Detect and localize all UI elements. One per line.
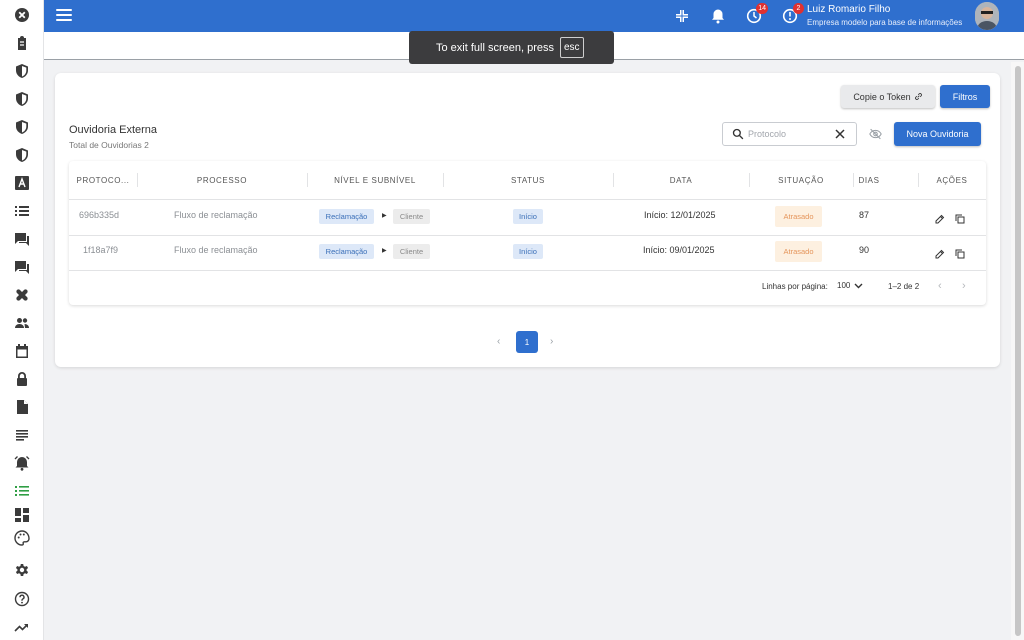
rows-per-page-value: 100 (837, 281, 851, 290)
column-header-protocol[interactable]: PROTOCO... (69, 161, 137, 199)
document-icon[interactable] (14, 399, 30, 415)
ouvidoria-table: PROTOCO... PROCESSO NÍVEL E SUBNÍVEL STA… (69, 161, 986, 305)
bell-icon[interactable] (710, 8, 726, 24)
sublevel-chip: Cliente (393, 209, 430, 224)
rows-per-page-label: Linhas por página: (762, 282, 828, 291)
shield-icon[interactable] (14, 91, 30, 107)
column-header-situation[interactable]: SITUAÇÃO (749, 161, 853, 199)
link-icon (914, 93, 922, 100)
list-icon[interactable] (14, 203, 30, 219)
page-title: Ouvidoria Externa (69, 124, 158, 136)
days-cell: 90 (859, 245, 870, 255)
clipboard-icon[interactable] (14, 35, 30, 51)
visibility-off-icon[interactable] (869, 128, 882, 140)
process-cell: Fluxo de reclamação (174, 210, 258, 220)
alarm-icon[interactable] (14, 455, 30, 471)
search-input[interactable] (748, 127, 828, 141)
edit-icon[interactable] (935, 211, 945, 224)
avatar[interactable] (975, 2, 999, 30)
column-header-date[interactable]: DATA (613, 161, 749, 199)
protocol-cell: 1f18a7f9 (83, 245, 119, 255)
search-icon (732, 128, 744, 140)
column-header-status[interactable]: STATUS (443, 161, 613, 199)
next-page-icon[interactable]: › (962, 280, 966, 292)
date-cell: Início: 12/01/2025 (644, 210, 716, 220)
chat-icon[interactable] (14, 259, 30, 275)
sidebar (0, 0, 44, 640)
exit-fullscreen-icon[interactable] (674, 8, 690, 24)
dashboard-icon[interactable] (14, 507, 30, 523)
shield-icon[interactable] (14, 63, 30, 79)
new-ouvidoria-button[interactable]: Nova Ouvidoria (894, 122, 981, 146)
situation-chip: Atrasado (775, 206, 822, 227)
column-header-actions: AÇÕES (936, 175, 968, 185)
trending-icon[interactable] (14, 619, 30, 635)
pagination-prev-icon[interactable]: ‹ (497, 336, 500, 347)
copy-icon[interactable] (955, 246, 965, 259)
arrow-right-icon: ▶ (382, 213, 387, 219)
column-header-level[interactable]: NÍVEL E SUBNÍVEL (307, 161, 443, 199)
pagination-next-icon[interactable]: › (550, 336, 553, 347)
arrow-right-icon: ▶ (382, 248, 387, 254)
sublevel-chip: Cliente (393, 244, 430, 259)
calendar-icon[interactable] (14, 343, 30, 359)
people-icon[interactable] (14, 315, 30, 331)
lock-icon[interactable] (14, 371, 30, 387)
rows-per-page-select[interactable]: 100 (837, 281, 863, 290)
edit-icon[interactable] (935, 246, 945, 259)
alert-badge: 2 (793, 3, 804, 14)
chevron-down-icon (854, 283, 863, 288)
timer-icon[interactable]: 14 (746, 3, 768, 24)
scrollbar-thumb[interactable] (1015, 66, 1021, 636)
filters-button[interactable]: Filtros (940, 85, 990, 108)
chat-icon[interactable] (14, 231, 30, 247)
protocol-cell: 696b335d (79, 210, 120, 220)
page-subtitle: Total de Ouvidorias 2 (69, 140, 149, 150)
menu-icon[interactable] (56, 9, 72, 23)
help-icon[interactable] (14, 591, 30, 607)
checklist-icon[interactable] (14, 483, 30, 499)
ouvidoria-card: Copie o Token Filtros Ouvidoria Externa … (55, 73, 1000, 367)
date-cell: Início: 09/01/2025 (643, 245, 715, 255)
toast-text: To exit full screen, press (436, 41, 554, 54)
pagination-range: 1–2 de 2 (888, 282, 920, 291)
scrollbar[interactable] (1011, 62, 1024, 640)
settings-icon[interactable] (14, 563, 30, 579)
situation-chip: Atrasado (775, 241, 822, 262)
close-icon[interactable] (14, 7, 30, 23)
alert-timer-icon[interactable]: 2 (782, 3, 804, 24)
column-header-process[interactable]: PROCESSO (137, 161, 307, 199)
palette-icon[interactable] (14, 530, 30, 546)
toast-esc-key: esc (560, 37, 584, 58)
status-chip: Início (513, 244, 543, 259)
user-name: Luiz Romario Filho (807, 4, 891, 15)
healing-icon[interactable] (14, 287, 30, 303)
column-header-days[interactable]: DIAS (853, 161, 885, 199)
copy-icon[interactable] (955, 211, 965, 224)
company-name: Empresa modelo para base de informações (807, 18, 963, 27)
shield-icon[interactable] (14, 119, 30, 135)
prev-page-icon[interactable]: ‹ (938, 280, 942, 292)
page-button-1[interactable]: 1 (516, 331, 538, 353)
top-bar: 14 2 Luiz Romario Filho Empresa modelo p… (44, 0, 1024, 32)
days-cell: 87 (859, 210, 870, 220)
level-chip: Reclamação (319, 244, 374, 259)
clear-icon[interactable] (835, 129, 845, 139)
search-box (722, 122, 857, 146)
status-chip: Início (513, 209, 543, 224)
timer-badge: 14 (756, 3, 768, 14)
shield-icon[interactable] (14, 147, 30, 163)
copy-token-label: Copie o Token (853, 91, 911, 102)
font-icon[interactable] (14, 175, 30, 191)
fullscreen-toast: To exit full screen, press esc (409, 31, 614, 64)
notes-icon[interactable] (14, 427, 30, 443)
copy-token-button[interactable]: Copie o Token (841, 85, 935, 108)
level-chip: Reclamação (319, 209, 374, 224)
process-cell: Fluxo de reclamação (174, 245, 258, 255)
